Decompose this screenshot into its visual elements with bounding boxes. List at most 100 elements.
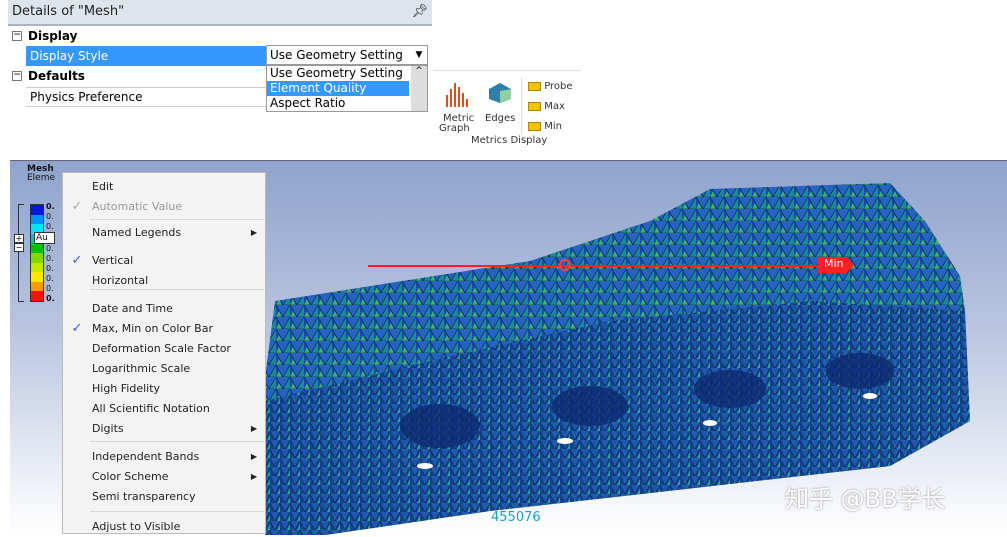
menu-item-independent-bands[interactable]: Independent Bands ▶: [63, 447, 265, 467]
menu-item-edit[interactable]: Edit: [63, 177, 265, 197]
max-icon: [528, 101, 541, 111]
metric-graph-label2[interactable]: Graph: [439, 123, 470, 134]
menu-item-label: Date and Time: [92, 302, 173, 315]
menu-item-color-scheme[interactable]: Color Scheme ▶: [63, 467, 265, 487]
collapse-icon[interactable]: −: [12, 71, 22, 81]
row-label: Display Style: [30, 49, 109, 63]
menu-item-date-and-time[interactable]: Date and Time: [63, 299, 265, 319]
menu-item-label: Semi transparency: [92, 490, 196, 503]
legend-label: Au: [34, 232, 55, 244]
min-tag-label: Min: [824, 257, 844, 270]
legend-label: 0.: [46, 294, 55, 303]
menu-item-semi-transparency[interactable]: Semi transparency: [63, 487, 265, 507]
submenu-arrow-icon: ▶: [250, 424, 257, 433]
menu-item-label: Deformation Scale Factor: [92, 342, 231, 355]
menu-item-high-fidelity[interactable]: High Fidelity: [63, 379, 265, 399]
probe-button[interactable]: Probe: [528, 81, 573, 92]
menu-item-deformation-scale-factor[interactable]: Deformation Scale Factor: [63, 339, 265, 359]
submenu-arrow-icon: ▶: [250, 452, 257, 461]
metric-graph-icon[interactable]: [445, 81, 469, 107]
chevron-down-icon[interactable]: ▼: [411, 46, 427, 64]
submenu-arrow-icon: ▶: [250, 472, 257, 481]
menu-item-horizontal[interactable]: Horizontal: [63, 271, 265, 291]
legend-band: [31, 272, 43, 282]
select-value: Use Geometry Setting: [270, 48, 403, 62]
legend-label: 0.: [46, 222, 54, 231]
menu-item-label: Independent Bands: [92, 450, 200, 463]
menu-item-digits[interactable]: Digits ▶: [63, 419, 265, 439]
menu-item-label: Logarithmic Scale: [92, 362, 191, 375]
viewport-subtitle: Eleme: [27, 173, 56, 183]
group-display[interactable]: − Display: [8, 26, 432, 46]
menu-item-adjust-to-visible[interactable]: Adjust to Visible: [63, 517, 265, 537]
collapse-icon[interactable]: −: [12, 31, 22, 41]
min-label: Min: [544, 121, 562, 132]
legend-band: [31, 243, 43, 253]
menu-item-label: Max, Min on Color Bar: [92, 322, 213, 335]
menu-item-label: Vertical: [92, 254, 134, 267]
details-title: Details of "Mesh": [12, 4, 125, 19]
menu-separator: [90, 441, 264, 442]
menu-item-label: Edit: [92, 180, 114, 193]
legend-band: [31, 214, 43, 225]
divider: [521, 77, 522, 135]
option-aspect-ratio[interactable]: Aspect Ratio: [267, 96, 411, 111]
ribbon-group-label: Metrics Display: [471, 135, 548, 146]
zoom-out-legend-button[interactable]: −: [14, 243, 24, 252]
menu-item-label: Digits: [92, 422, 124, 435]
legend-label: 0.: [46, 212, 54, 221]
check-icon: ✓: [71, 199, 83, 214]
menu-item-vertical[interactable]: ✓ Vertical: [63, 251, 265, 271]
legend-label: 0.: [46, 254, 54, 263]
legend-label: 0.: [46, 244, 54, 253]
details-header: Details of "Mesh" 📌︎: [8, 0, 432, 26]
menu-separator: [90, 511, 264, 512]
legend-band: [31, 262, 43, 273]
menu-item-named-legends[interactable]: Named Legends ▶: [63, 223, 265, 243]
legend-band: [31, 281, 43, 292]
zoom-in-legend-button[interactable]: +: [14, 234, 24, 243]
legend-context-menu: Edit ✓ Automatic Value Named Legends ▶ ✓ Verti…: [62, 172, 266, 534]
edges-label[interactable]: Edges: [485, 113, 515, 124]
probe-icon: [528, 81, 541, 91]
watermark: 知乎 @BB学长: [785, 485, 946, 513]
menu-item-label: Adjust to Visible: [92, 520, 181, 533]
min-button[interactable]: Min: [528, 121, 562, 132]
scrollbar[interactable]: ^: [411, 66, 427, 111]
menu-item-all-scientific-notation[interactable]: All Scientific Notation: [63, 399, 265, 419]
dropdown-list: Use Geometry Setting Element Quality Asp…: [266, 65, 428, 112]
row-label: Physics Preference: [30, 90, 143, 104]
menu-item-label: All Scientific Notation: [92, 402, 210, 415]
edges-icon[interactable]: [487, 81, 513, 103]
row-display-style[interactable]: Display Style: [26, 46, 274, 66]
legend-band: [31, 291, 43, 301]
details-panel: Details of "Mesh" 📌︎ − Display Display Sty…: [8, 0, 432, 112]
submenu-arrow-icon: ▶: [250, 228, 257, 237]
legend-label: 0.: [46, 274, 54, 283]
menu-item-max-min-on-color-bar[interactable]: ✓ Max, Min on Color Bar: [63, 319, 265, 339]
check-icon: ✓: [71, 253, 83, 268]
legend-label: 0.: [46, 264, 54, 273]
check-icon: ✓: [71, 321, 83, 336]
min-icon: [528, 121, 541, 131]
display-style-select[interactable]: Use Geometry Setting ▼: [266, 45, 428, 65]
pin-icon[interactable]: 📌︎: [411, 4, 428, 20]
menu-item-label: High Fidelity: [92, 382, 161, 395]
min-tag: Min: [818, 257, 854, 273]
menu-item-label: Horizontal: [92, 274, 149, 287]
menu-item-label: Named Legends: [92, 226, 182, 239]
menu-item-label: Automatic Value: [92, 200, 183, 213]
probe-label: Probe: [544, 81, 573, 92]
menu-separator: [90, 219, 264, 220]
option-element-quality[interactable]: Element Quality: [267, 81, 409, 96]
legend-bracket: [18, 204, 24, 302]
legend-label: 0.: [46, 284, 54, 293]
menu-item-label: Color Scheme: [92, 470, 169, 483]
max-label: Max: [544, 101, 565, 112]
menu-item-automatic-value[interactable]: ✓ Automatic Value: [63, 197, 265, 217]
row-physics-preference[interactable]: Physics Preference: [26, 87, 274, 107]
option-use-geometry[interactable]: Use Geometry Setting: [267, 66, 411, 81]
max-button[interactable]: Max: [528, 101, 565, 112]
menu-item-logarithmic-scale[interactable]: Logarithmic Scale: [63, 359, 265, 379]
legend-band: [31, 252, 43, 263]
